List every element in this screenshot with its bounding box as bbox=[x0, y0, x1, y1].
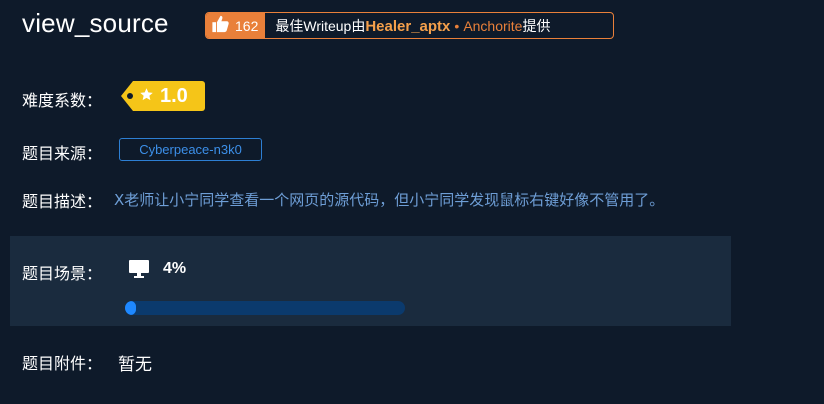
thumbs-up-icon bbox=[211, 15, 230, 37]
attachment-label: 题目附件： bbox=[22, 354, 103, 373]
challenge-title: view_source bbox=[22, 8, 169, 38]
source-tag[interactable]: Cyberpeace-n3k0 bbox=[119, 138, 262, 161]
attachment-value: 暂无 bbox=[118, 355, 152, 375]
tag-hole bbox=[127, 93, 133, 99]
writeup-suffix: 提供 bbox=[522, 17, 551, 34]
scene-progress-bar bbox=[125, 301, 405, 315]
difficulty-value: 1.0 bbox=[160, 84, 188, 107]
writeup-team-link[interactable]: Anchorite bbox=[463, 18, 522, 34]
description-label: 题目描述： bbox=[22, 192, 103, 211]
source-label: 题目来源： bbox=[22, 144, 103, 163]
description-text: X老师让小宁同学查看一个网页的源代码，但小宁同学发现鼠标右键好像不管用了。 bbox=[114, 191, 665, 209]
difficulty-tag: 1.0 bbox=[121, 81, 205, 111]
writeup-prefix: 最佳Writeup由 bbox=[275, 17, 366, 34]
star-icon bbox=[139, 87, 154, 106]
scene-progress-fill bbox=[125, 301, 137, 315]
writeup-credit: 最佳Writeup由Healer_aptx • Anchorite提供 bbox=[265, 16, 550, 36]
monitor-icon bbox=[128, 259, 150, 283]
like-count: 162 bbox=[235, 17, 259, 34]
scene-percent: 4% bbox=[163, 260, 187, 277]
difficulty-label: 难度系数： bbox=[22, 91, 103, 110]
scene-label: 题目场景： bbox=[22, 264, 103, 283]
scene-panel: 题目场景： 4% bbox=[10, 236, 731, 326]
writeup-author-link[interactable]: Healer_aptx bbox=[365, 18, 450, 35]
like-button[interactable]: 162 bbox=[206, 13, 266, 38]
writeup-badge[interactable]: 162 最佳Writeup由Healer_aptx • Anchorite提供 bbox=[205, 12, 614, 39]
writeup-separator: • bbox=[454, 17, 460, 34]
